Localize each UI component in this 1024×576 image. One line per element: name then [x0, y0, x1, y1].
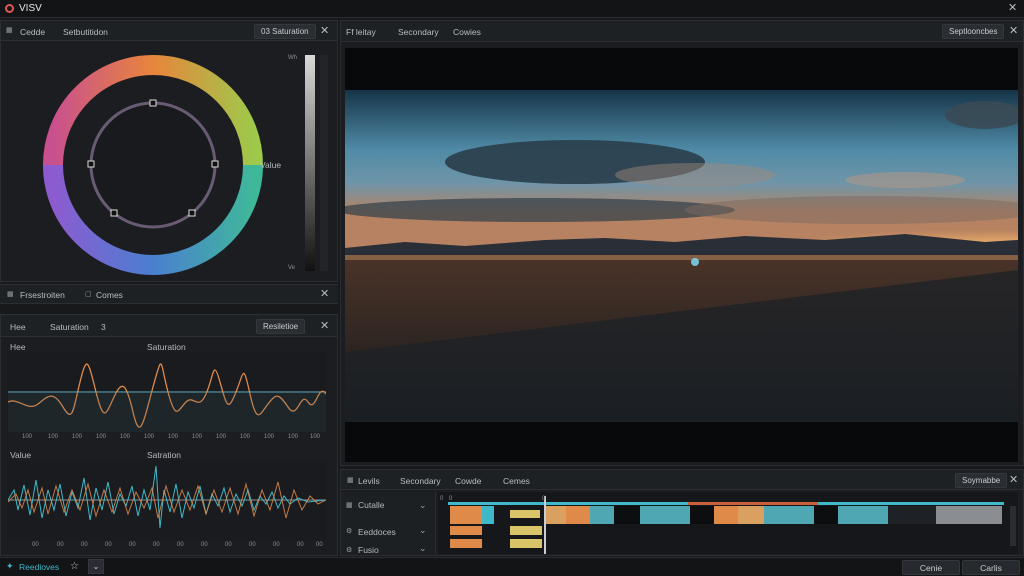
- tick-label: 100: [120, 434, 131, 440]
- tab-frsestroiten[interactable]: Frsestroiten: [20, 290, 65, 300]
- value-slider[interactable]: [305, 55, 315, 271]
- hue-graph: [8, 352, 326, 432]
- carlis-button[interactable]: Carlis: [962, 560, 1020, 575]
- tab-comes[interactable]: Comes: [96, 290, 123, 300]
- tab-levils[interactable]: Levils: [358, 476, 380, 486]
- footer-left-label[interactable]: Reedioves: [19, 562, 59, 572]
- tick-label: 00: [32, 542, 39, 548]
- tab-ff-leitay[interactable]: Ff leitay: [346, 27, 376, 37]
- track-icon: ⚙: [346, 547, 353, 554]
- graph1-left-label: Hee: [10, 342, 26, 352]
- viewer-close-icon[interactable]: ✕: [1009, 26, 1018, 37]
- app-title: VISV: [19, 3, 42, 14]
- wheel-handle[interactable]: [149, 99, 157, 107]
- tick-label: 100: [216, 434, 227, 440]
- tick-label: 00: [273, 542, 280, 548]
- tab-cowies[interactable]: Cowies: [453, 27, 481, 37]
- tick-label: 100: [72, 434, 83, 440]
- tab-hee[interactable]: Hee: [10, 322, 26, 332]
- tick-label: 00: [225, 542, 232, 548]
- tick-label: 100: [264, 434, 275, 440]
- grid-icon: ▦: [7, 291, 14, 298]
- tab-number[interactable]: 3: [101, 322, 106, 332]
- square-icon: ▢: [85, 291, 92, 298]
- wheel-handle[interactable]: [87, 160, 95, 168]
- viewer-pill[interactable]: Septlooncbes: [942, 24, 1005, 39]
- cenie-button[interactable]: Cenie: [902, 560, 960, 575]
- resiletioe-pill[interactable]: Resiletioe: [256, 319, 306, 334]
- chevron-down-icon[interactable]: ⌄: [419, 525, 427, 536]
- tick-label: 100: [144, 434, 155, 440]
- graph2-ticks: 00 00 00 00 00 00 00 00 00 00 00 00 00: [10, 542, 328, 550]
- panel-grid-icon: ▦: [6, 27, 13, 34]
- color-wheel[interactable]: [40, 55, 270, 275]
- tab-setbutitidon[interactable]: Setbutitidon: [63, 27, 108, 37]
- tick-label: 00: [316, 542, 323, 548]
- track-icon: ⚙: [346, 528, 353, 535]
- tick-label: 00: [129, 542, 136, 548]
- wheel-handle[interactable]: [188, 209, 196, 217]
- star-icon: ✦: [6, 561, 14, 571]
- title-bar: [0, 0, 1024, 18]
- timeline-header: [341, 470, 1023, 490]
- slider-bottom-label: Ve: [288, 265, 296, 271]
- landscape-image: [345, 90, 1018, 422]
- tick-label: 00: [153, 542, 160, 548]
- track-label: Cutalle: [358, 500, 385, 510]
- tab-saturation[interactable]: Saturation: [50, 322, 89, 332]
- tick-label: 100: [96, 434, 107, 440]
- tab-cowde[interactable]: Cowde: [455, 476, 481, 486]
- tick-label: 100: [48, 434, 59, 440]
- graph1-ticks: 100 100 100 100 100 100 100 100 100 100 …: [10, 434, 328, 442]
- track-label: Fusio: [358, 545, 379, 555]
- saturation-pill[interactable]: 03 Saturation: [254, 24, 316, 39]
- tick-label: 00: [249, 542, 256, 548]
- scopes-close-icon[interactable]: ✕: [320, 321, 329, 332]
- tick-label: 100: [192, 434, 203, 440]
- tick-label: 00: [105, 542, 112, 548]
- viewer-header: [341, 21, 1023, 42]
- mid-bar-close-icon[interactable]: ✕: [320, 289, 329, 300]
- tab-cedde[interactable]: Cedde: [20, 27, 45, 37]
- color-panel-close-icon[interactable]: ✕: [320, 26, 329, 37]
- tick-label: 100: [240, 434, 251, 440]
- tick-label: 100: [168, 434, 179, 440]
- tab-secondary[interactable]: Secondary: [398, 27, 439, 37]
- tick-label: 00: [201, 542, 208, 548]
- wheel-handle[interactable]: [110, 209, 118, 217]
- value-slider-scrollbar[interactable]: [320, 55, 328, 271]
- tick-label: 00: [57, 542, 64, 548]
- grid-icon: ▦: [347, 477, 354, 484]
- app-logo-icon: [5, 4, 14, 13]
- favorite-icon[interactable]: ☆: [70, 561, 79, 572]
- waveform-graph: [8, 460, 326, 540]
- tick-label: 00: [81, 542, 88, 548]
- tick-label: 00: [177, 542, 184, 548]
- tick-label: 100: [288, 434, 299, 440]
- chevron-down-icon[interactable]: ⌄: [419, 543, 427, 554]
- track-icon: ▦: [346, 502, 353, 509]
- graph2-left-label: Value: [10, 450, 32, 460]
- slider-top-label: Wh: [288, 55, 297, 61]
- tick-label: 100: [22, 434, 33, 440]
- dropdown-chevron-icon[interactable]: ⌄: [88, 559, 104, 574]
- wheel-handle[interactable]: [211, 160, 219, 168]
- tick-label: 00: [297, 542, 304, 548]
- chevron-down-icon[interactable]: ⌄: [419, 500, 427, 511]
- timeline-tracks[interactable]: 0 0 0: [438, 492, 1018, 554]
- timeline-pill[interactable]: Soymabbe: [955, 473, 1008, 488]
- tab-cemes[interactable]: Cemes: [503, 476, 530, 486]
- timeline-close-icon[interactable]: ✕: [1009, 475, 1018, 486]
- graph1-center-label: Saturation: [147, 342, 186, 352]
- footer-bar: [0, 557, 1024, 576]
- graph2-center-label: Satration: [147, 450, 182, 460]
- tick-label: 100: [310, 434, 321, 440]
- value-label: Value: [260, 160, 282, 170]
- tab-secondary[interactable]: Secondary: [400, 476, 441, 486]
- track-label: Eeddoces: [358, 527, 396, 537]
- close-window-icon[interactable]: ✕: [1008, 3, 1017, 14]
